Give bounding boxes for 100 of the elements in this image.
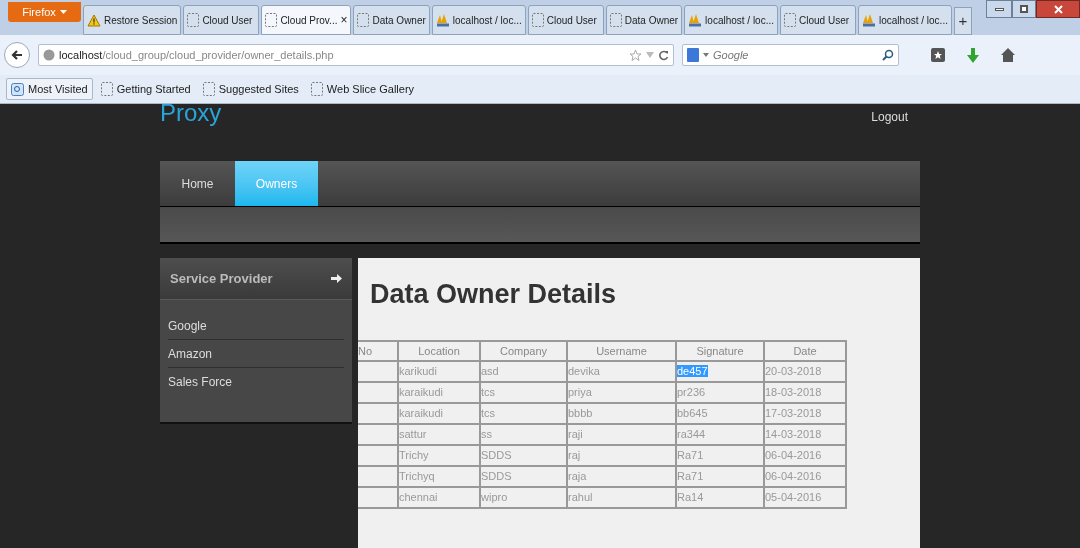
column-header: Location	[398, 341, 480, 361]
search-icon[interactable]	[882, 49, 894, 61]
tab-label: Data Owner	[624, 13, 679, 28]
tab-label: Cloud User	[202, 13, 253, 28]
table-cell: tcs	[480, 403, 567, 424]
browser-tab[interactable]: Data Owner	[605, 5, 683, 35]
table-cell	[358, 361, 398, 382]
caret-icon	[59, 10, 67, 14]
table-cell	[358, 445, 398, 466]
close-tab-icon[interactable]: ×	[340, 11, 348, 29]
bookmark-item[interactable]: Web Slice Gallery	[306, 78, 419, 100]
bookmarks-icon[interactable]	[931, 48, 945, 62]
home-icon[interactable]	[1001, 48, 1015, 62]
table-cell: ra344	[676, 424, 764, 445]
table-cell: 18-03-2018	[764, 382, 846, 403]
table-cell	[358, 403, 398, 424]
restore-icon	[1020, 5, 1028, 13]
sidebar-title: Service Provider	[170, 269, 273, 288]
page-icon	[531, 13, 544, 27]
bookmark-item[interactable]: Getting Started	[96, 78, 195, 100]
table-cell: 06-04-2016	[764, 445, 846, 466]
page-icon	[784, 13, 796, 27]
table-cell: asd	[480, 361, 567, 382]
column-header: No	[358, 341, 398, 361]
sidebar-link[interactable]: Sales Force	[168, 368, 344, 396]
table-cell: karaikudi	[398, 403, 480, 424]
database-logo-icon	[862, 13, 876, 27]
reload-icon[interactable]	[658, 49, 669, 61]
minimize-button[interactable]	[986, 0, 1012, 18]
table-cell	[358, 424, 398, 445]
table-cell: sattur	[398, 424, 480, 445]
tab-label: localhost / loc...	[879, 13, 948, 28]
page-icon	[265, 13, 278, 27]
sidebar-link[interactable]: Amazon	[168, 340, 344, 368]
browser-tab[interactable]: Cloud User	[527, 5, 604, 35]
page-icon	[202, 82, 215, 96]
page-icon	[357, 13, 370, 27]
table-cell: raji	[567, 424, 676, 445]
tab-label: localhost / loc...	[705, 13, 774, 28]
sidebar-link[interactable]: Google	[168, 312, 344, 340]
page-icon	[310, 82, 323, 96]
table-cell: 14-03-2018	[764, 424, 846, 445]
table-cell: bb645	[676, 403, 764, 424]
browser-tab[interactable]: localhost / loc...	[684, 5, 778, 35]
new-tab-button[interactable]: +	[953, 7, 972, 35]
table-cell: 20-03-2018	[764, 361, 846, 382]
star-icon[interactable]	[629, 48, 642, 62]
browser-tab[interactable]: Cloud Prov... ×	[261, 5, 352, 35]
table-cell: Trichy	[398, 445, 480, 466]
table-cell: raja	[567, 466, 676, 487]
table-cell: bbbb	[567, 403, 676, 424]
database-logo-icon	[688, 13, 703, 27]
search-input[interactable]: Google	[713, 46, 878, 64]
tab-label: Restore Session	[104, 13, 178, 28]
bookmark-item[interactable]: Most Visited	[6, 78, 93, 100]
browser-tab[interactable]: Cloud User	[780, 5, 856, 35]
restore-button[interactable]	[1012, 0, 1036, 18]
tab-label: Data Owner	[372, 13, 426, 28]
table-cell: 06-04-2016	[764, 466, 846, 487]
table-cell: wipro	[480, 487, 567, 508]
table-cell: SDDS	[480, 466, 567, 487]
browser-tab[interactable]: localhost / loc...	[858, 5, 952, 35]
back-button[interactable]	[4, 42, 30, 68]
nav-tab[interactable]: Home	[160, 161, 235, 206]
logout-link[interactable]: Logout	[871, 108, 908, 161]
address-bar[interactable]: localhost/cloud_group/cloud_provider/owner_details.php	[38, 44, 674, 66]
browser-tab[interactable]: localhost / loc...	[431, 5, 526, 35]
page-icon	[187, 13, 200, 27]
tab-label: Cloud User	[546, 13, 597, 28]
url-text: localhost/cloud_group/cloud_provider/owner_details.php	[59, 47, 334, 63]
browser-tab[interactable]: Cloud User	[183, 5, 260, 35]
table-cell: ss	[480, 424, 567, 445]
bookmark-item[interactable]: Suggested Sites	[198, 78, 303, 100]
table-cell: 17-03-2018	[764, 403, 846, 424]
browser-tab[interactable]: Data Owner	[353, 5, 430, 35]
table-cell: devika	[567, 361, 676, 382]
page-icon	[100, 82, 113, 96]
table-cell: 05-04-2016	[764, 487, 846, 508]
browser-tab[interactable]: Restore Session	[83, 5, 182, 35]
site-logo[interactable]: Proxy	[160, 104, 222, 161]
column-header: Company	[480, 341, 567, 361]
column-header: Username	[567, 341, 676, 361]
table-cell: Ra71	[676, 445, 764, 466]
table-cell: karikudi	[398, 361, 480, 382]
download-icon[interactable]	[967, 47, 979, 63]
search-field[interactable]: Google	[682, 44, 899, 66]
warning-icon	[87, 13, 101, 27]
dropdown-icon[interactable]	[703, 53, 709, 57]
table-cell: rahul	[567, 487, 676, 508]
table-cell	[358, 382, 398, 403]
table-cell: priya	[567, 382, 676, 403]
close-window-button[interactable]	[1036, 0, 1080, 18]
table-cell: Trichyq	[398, 466, 480, 487]
tab-label: Cloud User	[799, 13, 850, 28]
bookmark-folder-icon	[11, 82, 24, 96]
table-cell: chennai	[398, 487, 480, 508]
table-cell: de457	[676, 361, 764, 382]
tab-label: localhost / loc...	[452, 13, 522, 28]
back-arrow-icon	[11, 49, 23, 61]
table-cell: SDDS	[480, 445, 567, 466]
